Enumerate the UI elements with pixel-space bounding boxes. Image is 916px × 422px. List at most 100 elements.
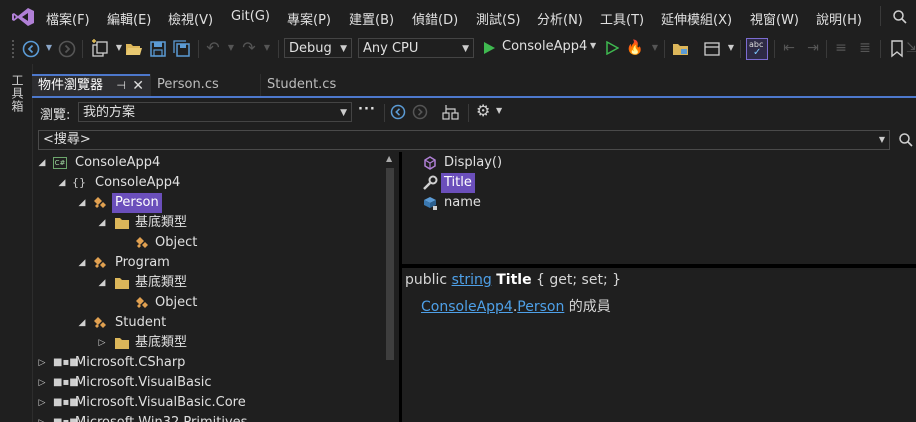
back-icon[interactable] <box>390 104 406 120</box>
tab-person-cs[interactable]: Person.cs <box>150 74 260 96</box>
objects-tree: ◢ C# ConsoleApp4 ◢ {} ConsoleApp4 ◢ Pers… <box>34 152 382 422</box>
menu-analyze[interactable]: 分析(N) <box>537 9 583 28</box>
undo-icon[interactable]: ↶ <box>204 39 222 57</box>
tree-node[interactable]: ◢ 基底類型 <box>34 273 382 293</box>
tree-node[interactable]: ▷ ■▪■ Microsoft.Win32.Primitives <box>34 413 382 422</box>
member-item[interactable]: Title <box>402 173 916 193</box>
member-item[interactable]: Display() <box>402 153 916 173</box>
menu-git[interactable]: Git(G) <box>231 9 270 24</box>
tree-node[interactable]: ▷ ■▪■ Microsoft.VisualBasic.Core <box>34 393 382 413</box>
hot-reload-icon[interactable]: 🔥 <box>626 39 644 57</box>
search-input[interactable]: <搜尋> ▼ <box>38 130 890 150</box>
browse-scope-dropdown[interactable]: 我的方案 ▼ <box>78 102 352 122</box>
redo-icon[interactable]: ↷ <box>240 39 258 57</box>
close-icon[interactable]: ✕ <box>132 76 144 96</box>
menu-debug[interactable]: 偵錯(D) <box>412 9 458 28</box>
chevron-down-icon[interactable]: ▼ <box>258 39 276 57</box>
collapsed-toggle-icon[interactable]: ▷ <box>36 373 48 393</box>
expand-toggle-icon[interactable]: ◢ <box>36 153 48 173</box>
chevron-down-icon: ▼ <box>340 44 347 54</box>
tree-node[interactable]: ◢ {} ConsoleApp4 <box>34 173 382 193</box>
chevron-down-icon[interactable]: ▼ <box>222 39 240 57</box>
collapsed-toggle-icon[interactable]: ▷ <box>36 353 48 373</box>
expand-toggle-icon[interactable]: ◢ <box>76 253 88 273</box>
menu-edit[interactable]: 編輯(E) <box>107 9 151 28</box>
window-layout-icon[interactable] <box>703 40 721 58</box>
menu-project[interactable]: 專案(P) <box>287 9 331 28</box>
tree-node[interactable]: ▷ 基底類型 <box>34 333 382 353</box>
chevron-down-icon[interactable]: ▼ <box>40 39 58 57</box>
visual-studio-logo-icon[interactable] <box>12 8 34 26</box>
navigate-forward-icon[interactable] <box>58 40 76 58</box>
navigate-back-icon[interactable] <box>22 40 40 58</box>
class-icon <box>94 197 106 208</box>
chevron-down-icon[interactable]: ▼ <box>496 106 502 115</box>
tree-node[interactable]: ◢ C# ConsoleApp4 <box>34 153 382 173</box>
namespace-link[interactable]: ConsoleApp4 <box>421 299 513 315</box>
chevron-down-icon[interactable]: ▼ <box>722 39 740 57</box>
menu-extensions[interactable]: 延伸模組(X) <box>661 9 732 28</box>
more-options-icon[interactable]: ··· <box>358 102 376 117</box>
start-debugging-button[interactable]: ConsoleApp4 ▼ <box>482 38 600 58</box>
next-bookmark-icon[interactable]: ⇲ <box>906 39 916 57</box>
menu-help[interactable]: 說明(H) <box>816 9 862 28</box>
tab-object-browser[interactable]: 物件瀏覽器 ⊣ ✕ <box>32 74 150 98</box>
expand-toggle-icon[interactable]: ◢ <box>96 273 108 293</box>
solution-configuration-dropdown[interactable]: Debug ▼ <box>284 38 352 58</box>
forward-icon[interactable] <box>412 104 428 120</box>
outdent-icon[interactable]: ⇤ <box>780 39 798 57</box>
chevron-down-icon[interactable]: ▼ <box>646 39 664 57</box>
class-link[interactable]: Person <box>517 299 564 315</box>
indent-icon[interactable]: ⇥ <box>804 39 822 57</box>
browse-scope-value: 我的方案 <box>83 105 136 120</box>
bookmark-icon[interactable] <box>890 40 904 58</box>
save-all-icon[interactable] <box>173 40 191 58</box>
tree-node[interactable]: ◢ Program <box>34 253 382 273</box>
chevron-down-icon[interactable]: ▼ <box>879 131 885 149</box>
collapsed-toggle-icon[interactable]: ▷ <box>36 393 48 413</box>
comment-icon[interactable]: ≡ <box>832 39 850 57</box>
search-icon[interactable] <box>898 132 914 148</box>
save-icon[interactable] <box>149 40 167 58</box>
add-reference-icon[interactable] <box>442 104 460 120</box>
type-link[interactable]: string <box>452 272 492 288</box>
scroll-up-icon[interactable]: ▲ <box>386 154 392 163</box>
menu-build[interactable]: 建置(B) <box>349 9 394 28</box>
member-item[interactable]: name <box>402 193 916 213</box>
expand-toggle-icon[interactable]: ◢ <box>76 193 88 213</box>
tree-node[interactable]: ◢ Student <box>34 313 382 333</box>
collapsed-toggle-icon[interactable]: ▷ <box>96 333 108 353</box>
menu-tools[interactable]: 工具(T) <box>600 9 644 28</box>
tree-scrollbar-thumb[interactable] <box>386 168 394 360</box>
search-icon[interactable] <box>892 9 908 25</box>
spell-check-toggle[interactable]: abc ✓ <box>746 38 768 60</box>
new-project-icon[interactable] <box>90 39 110 59</box>
menu-test[interactable]: 測試(S) <box>476 9 520 28</box>
accessors: { get; set; } <box>536 272 622 288</box>
gear-icon[interactable]: ⚙ <box>476 101 490 120</box>
member-name: Title <box>496 272 532 288</box>
expand-toggle-icon[interactable]: ◢ <box>96 213 108 233</box>
tree-node[interactable]: ◢ 基底類型 <box>34 213 382 233</box>
tree-node[interactable]: Object <box>34 233 382 253</box>
uncomment-icon[interactable]: ≣ <box>856 39 874 57</box>
pin-icon[interactable]: ⊣ <box>116 76 126 96</box>
tab-student-cs[interactable]: Student.cs <box>260 74 370 96</box>
menu-view[interactable]: 檢視(V) <box>168 9 213 28</box>
menu-window[interactable]: 視窗(W) <box>750 9 799 28</box>
start-without-debugging-icon[interactable] <box>605 41 619 55</box>
tree-node[interactable]: ▷ ■▪■ Microsoft.VisualBasic <box>34 373 382 393</box>
expand-toggle-icon[interactable]: ◢ <box>56 173 68 193</box>
expand-toggle-icon[interactable]: ◢ <box>76 313 88 333</box>
solution-folder-icon[interactable] <box>672 40 690 58</box>
tree-node-label: Microsoft.Win32.Primitives <box>75 413 247 422</box>
solution-platform-dropdown[interactable]: Any CPU ▼ <box>358 38 474 58</box>
namespace-icon: {} <box>72 176 86 189</box>
collapsed-toggle-icon[interactable]: ▷ <box>36 413 48 422</box>
tree-node[interactable]: ▷ ■▪■ Microsoft.CSharp <box>34 353 382 373</box>
tree-node[interactable]: ◢ Person <box>34 193 382 213</box>
toolbox-tab[interactable]: 工具箱 <box>9 74 26 113</box>
open-folder-icon[interactable] <box>125 40 143 58</box>
menu-file[interactable]: 檔案(F) <box>46 9 90 28</box>
tree-node[interactable]: Object <box>34 293 382 313</box>
